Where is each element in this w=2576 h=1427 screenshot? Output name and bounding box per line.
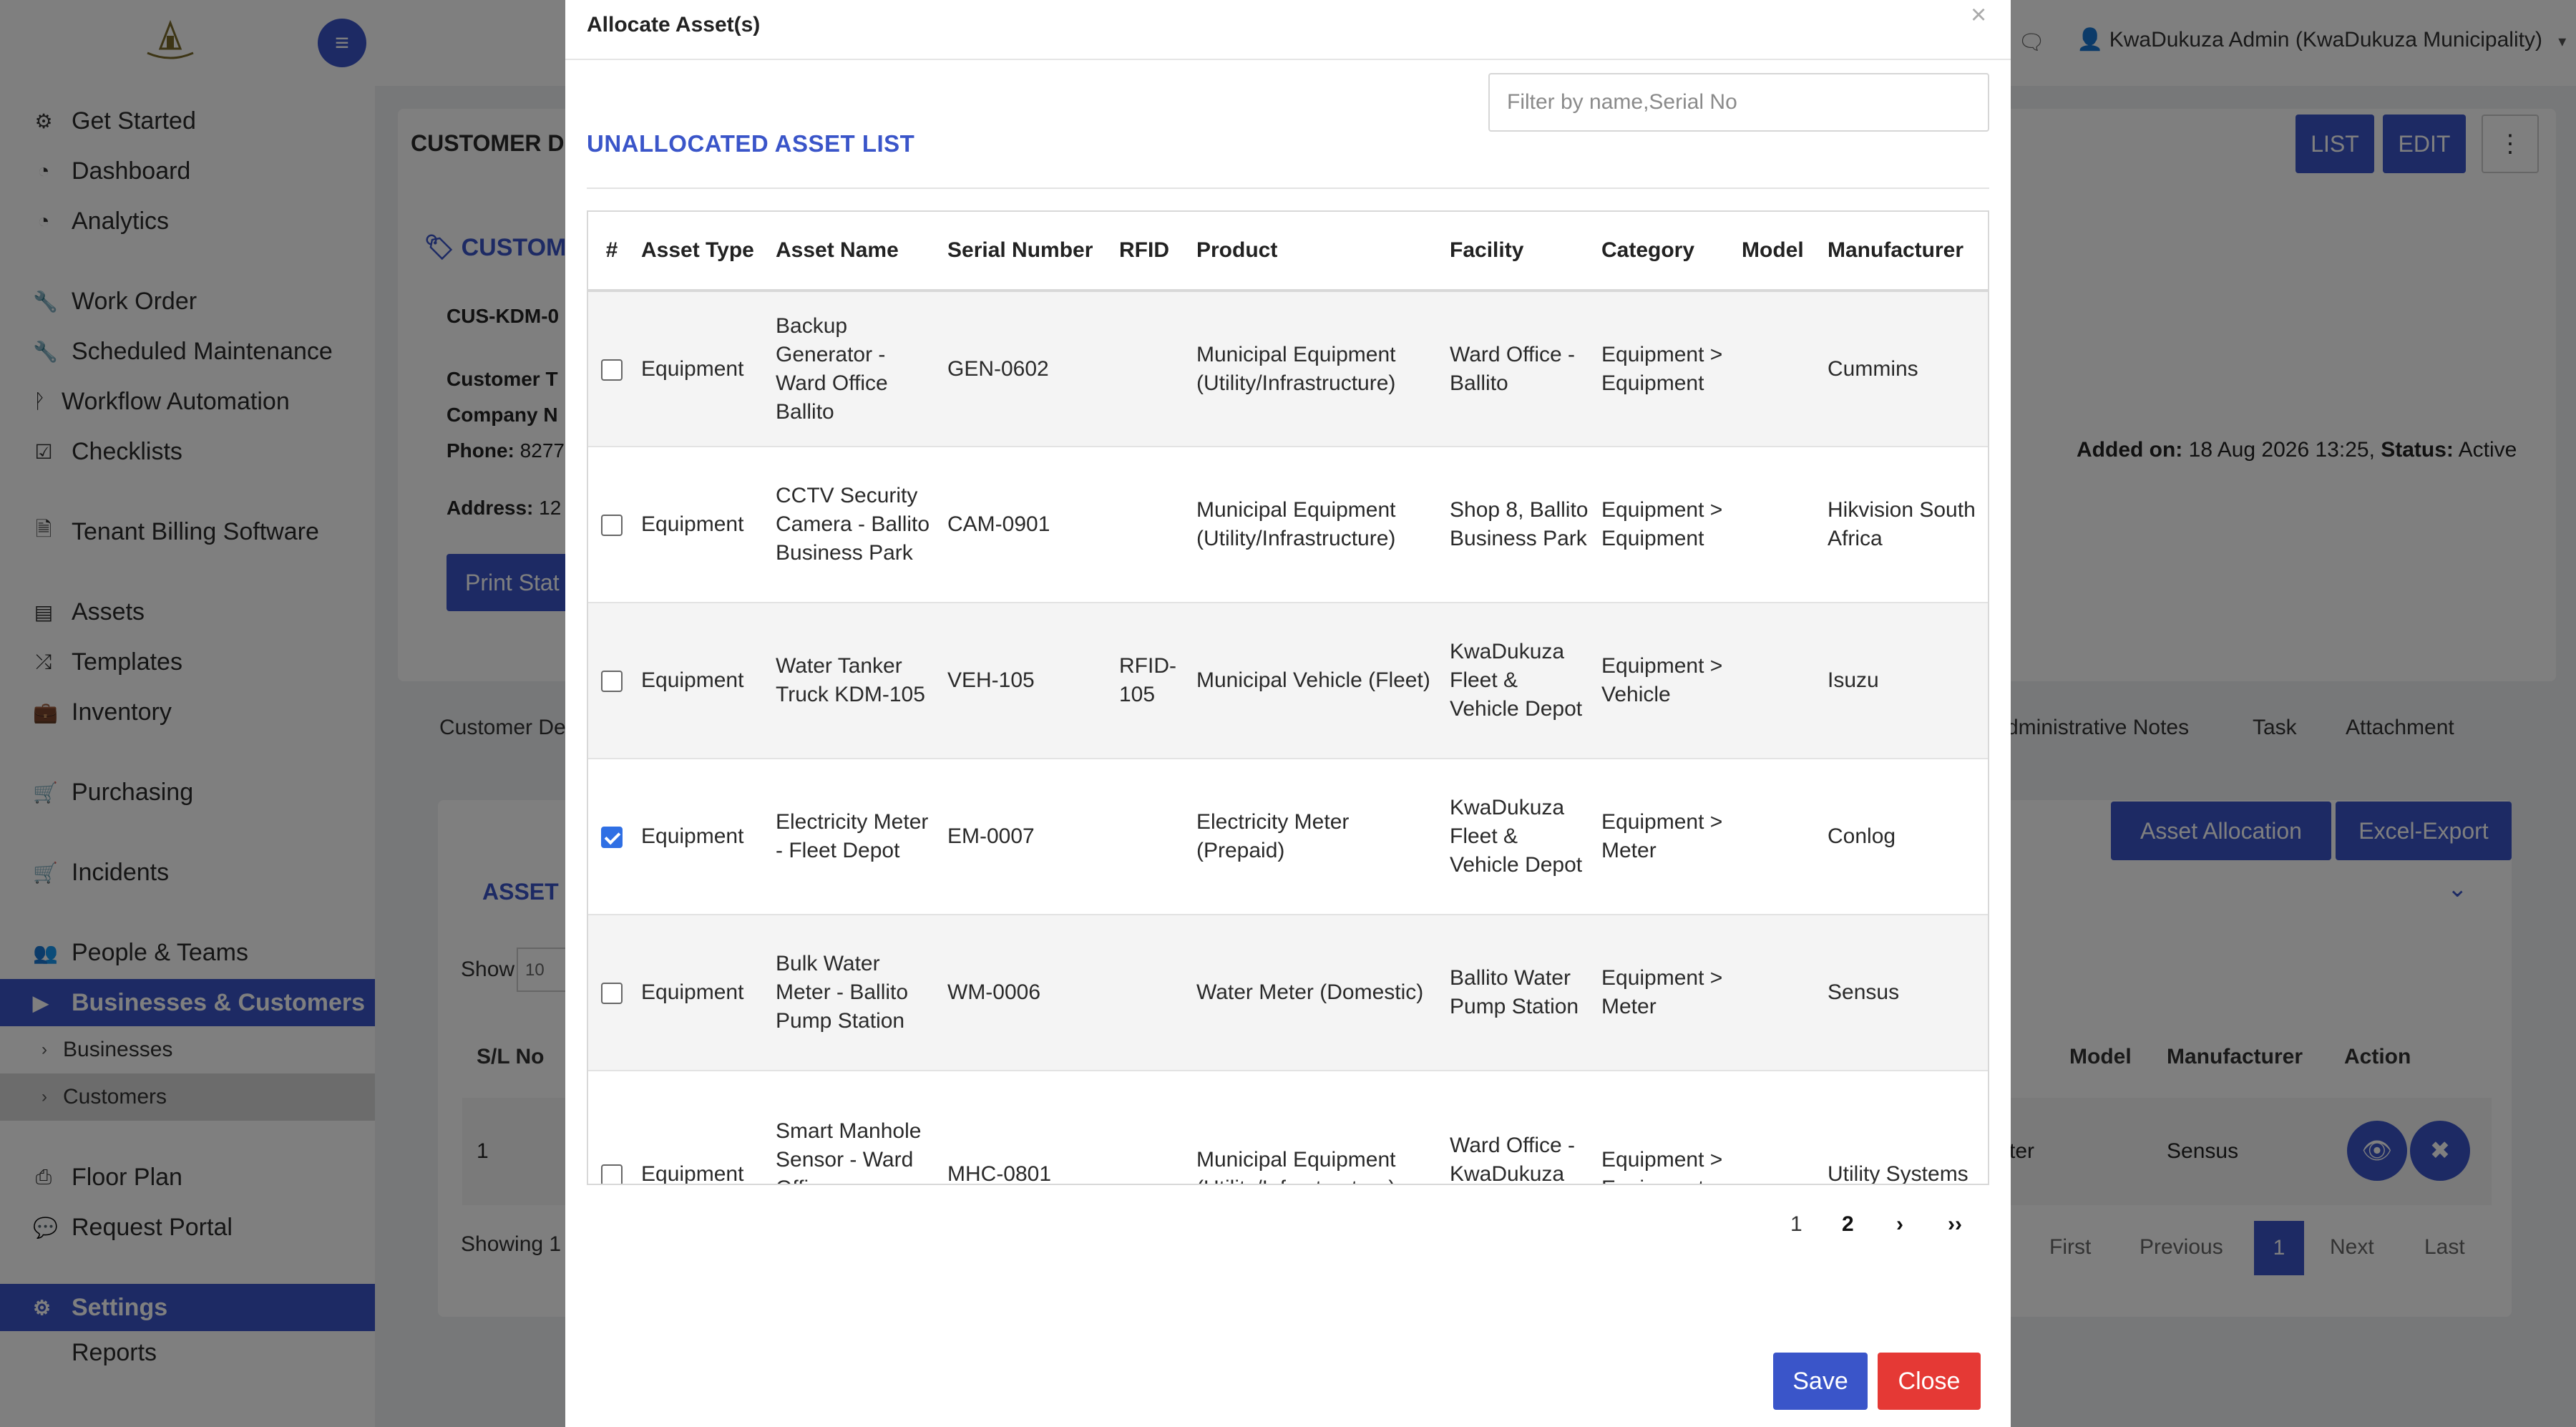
row-select-cell [588, 603, 635, 759]
cell-model [1736, 915, 1822, 1071]
cell-model [1736, 1071, 1822, 1184]
cell-rfid: RFID-105 [1113, 603, 1191, 759]
row-checkbox[interactable] [601, 983, 623, 1005]
table-row[interactable]: Equipment Electricity Meter - Fleet Depo… [588, 759, 1988, 915]
cell-manufacturer: Hikvision South Africa [1822, 447, 1988, 603]
close-button[interactable]: Close [1878, 1353, 1981, 1410]
cell-manufacturer: Isuzu [1822, 603, 1988, 759]
cell-model [1736, 447, 1822, 603]
cell-category: Equipment > Equipment [1596, 447, 1736, 603]
cell-asset-type: Equipment [635, 603, 770, 759]
cell-product: Water Meter (Domestic) [1191, 915, 1444, 1071]
save-button[interactable]: Save [1773, 1353, 1868, 1410]
cell-asset-type: Equipment [635, 447, 770, 603]
col-header-index: # [588, 212, 635, 292]
cell-model [1736, 291, 1822, 447]
pager-last-icon[interactable]: ›› [1948, 1212, 1962, 1237]
cell-rfid [1113, 291, 1191, 447]
allocate-assets-modal: Allocate Asset(s) × UNALLOCATED ASSET LI… [565, 0, 2011, 1427]
table-row[interactable]: Equipment Smart Manhole Sensor - Ward Of… [588, 1071, 1988, 1184]
cell-manufacturer: Utility Systems [1822, 1071, 1988, 1184]
modal-title: Allocate Asset(s) [587, 13, 761, 36]
cell-category: Equipment > Equipment [1596, 291, 1736, 447]
cell-category: Equipment > Vehicle [1596, 603, 1736, 759]
col-header-asset-type: Asset Type [635, 212, 770, 292]
cell-rfid [1113, 915, 1191, 1071]
cell-asset-type: Equipment [635, 915, 770, 1071]
pager-page-1[interactable]: 1 [1790, 1212, 1802, 1237]
cell-rfid [1113, 447, 1191, 603]
cell-product: Municipal Equipment (Utility/Infrastruct… [1191, 291, 1444, 447]
row-checkbox[interactable] [601, 515, 623, 537]
modal-header: Allocate Asset(s) × [565, 0, 2011, 60]
cell-facility: Shop 8, Ballito Business Park [1444, 447, 1596, 603]
cell-facility: Ballito Water Pump Station [1444, 915, 1596, 1071]
table-row[interactable]: Equipment Water Tanker Truck KDM-105 VEH… [588, 603, 1988, 759]
row-checkbox[interactable] [601, 671, 623, 693]
cell-asset-type: Equipment [635, 759, 770, 915]
cell-model [1736, 603, 1822, 759]
cell-product: Municipal Equipment (Utility/Infrastruct… [1191, 447, 1444, 603]
cell-facility: Ward Office - Ballito [1444, 291, 1596, 447]
cell-asset-name: Electricity Meter - Fleet Depot [770, 759, 942, 915]
cell-facility: KwaDukuza Fleet & Vehicle Depot [1444, 603, 1596, 759]
pager-page-2[interactable]: 2 [1842, 1212, 1854, 1237]
cell-serial-number: WM-0006 [942, 915, 1113, 1071]
table-row[interactable]: Equipment CCTV Security Camera - Ballito… [588, 447, 1988, 603]
table-row[interactable]: Equipment Bulk Water Meter - Ballito Pum… [588, 915, 1988, 1071]
cell-rfid [1113, 759, 1191, 915]
cell-asset-name: Smart Manhole Sensor - Ward Office KwaDu… [770, 1071, 942, 1184]
cell-facility: KwaDukuza Fleet & Vehicle Depot [1444, 759, 1596, 915]
col-header-asset-name: Asset Name [770, 212, 942, 292]
cell-manufacturer: Sensus [1822, 915, 1988, 1071]
cell-manufacturer: Cummins [1822, 291, 1988, 447]
pager-next-icon[interactable]: › [1896, 1212, 1903, 1237]
cell-asset-type: Equipment [635, 291, 770, 447]
cell-model [1736, 759, 1822, 915]
col-header-product: Product [1191, 212, 1444, 292]
cell-asset-name: CCTV Security Camera - Ballito Business … [770, 447, 942, 603]
col-header-rfid: RFID [1113, 212, 1191, 292]
cell-facility: Ward Office - KwaDukuza (Stanger) [1444, 1071, 1596, 1184]
row-select-cell [588, 759, 635, 915]
divider [587, 187, 1989, 189]
cell-asset-name: Bulk Water Meter - Ballito Pump Station [770, 915, 942, 1071]
cell-rfid [1113, 1071, 1191, 1184]
cell-product: Electricity Meter (Prepaid) [1191, 759, 1444, 915]
cell-product: Municipal Vehicle (Fleet) [1191, 603, 1444, 759]
row-checkbox[interactable] [601, 359, 623, 381]
table-header-row: # Asset Type Asset Name Serial Number RF… [588, 212, 1988, 292]
unallocated-asset-list-title: UNALLOCATED ASSET LIST [587, 130, 915, 157]
cell-serial-number: EM-0007 [942, 759, 1113, 915]
cell-product: Municipal Equipment (Utility/Infrastruct… [1191, 1071, 1444, 1184]
row-select-cell [588, 447, 635, 603]
cell-serial-number: GEN-0602 [942, 291, 1113, 447]
unallocated-assets-table: # Asset Type Asset Name Serial Number RF… [587, 210, 1989, 1185]
col-header-facility: Facility [1444, 212, 1596, 292]
row-checkbox-checked[interactable] [601, 827, 623, 849]
cell-category: Equipment > Meter [1596, 759, 1736, 915]
row-select-cell [588, 915, 635, 1071]
cell-serial-number: MHC-0801 [942, 1071, 1113, 1184]
row-select-cell [588, 291, 635, 447]
close-icon[interactable]: × [1971, 0, 1986, 31]
col-header-manufacturer: Manufacturer [1822, 212, 1988, 292]
cell-asset-name: Backup Generator - Ward Office Ballito [770, 291, 942, 447]
row-select-cell [588, 1071, 635, 1184]
table-row[interactable]: Equipment Backup Generator - Ward Office… [588, 291, 1988, 447]
filter-input[interactable] [1488, 73, 1989, 132]
cell-asset-name: Water Tanker Truck KDM-105 [770, 603, 942, 759]
cell-serial-number: CAM-0901 [942, 447, 1113, 603]
col-header-model: Model [1736, 212, 1822, 292]
cell-category: Equipment > Meter [1596, 915, 1736, 1071]
cell-manufacturer: Conlog [1822, 759, 1988, 915]
col-header-serial-number: Serial Number [942, 212, 1113, 292]
cell-serial-number: VEH-105 [942, 603, 1113, 759]
cell-category: Equipment > Equipment [1596, 1071, 1736, 1184]
col-header-category: Category [1596, 212, 1736, 292]
cell-asset-type: Equipment [635, 1071, 770, 1184]
row-checkbox[interactable] [601, 1164, 623, 1184]
